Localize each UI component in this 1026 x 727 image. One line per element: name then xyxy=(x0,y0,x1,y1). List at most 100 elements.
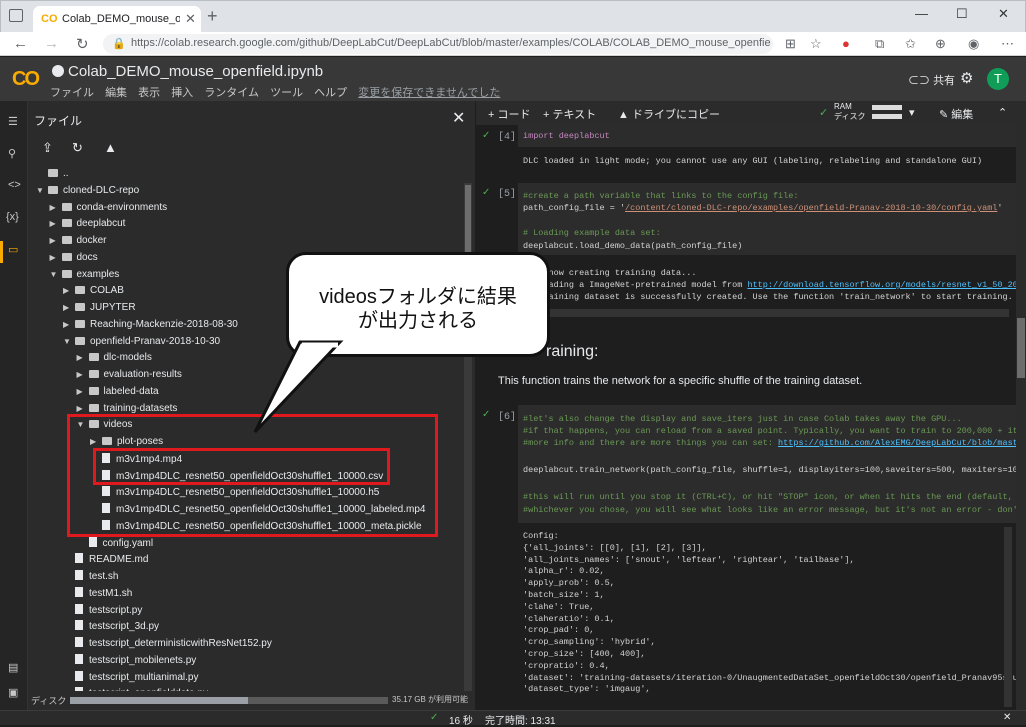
more-icon[interactable]: ⋯ xyxy=(1001,36,1014,52)
menu-file[interactable]: ファイル xyxy=(50,87,94,99)
menu-insert[interactable]: 挿入 xyxy=(171,87,193,99)
expand-arrow-icon[interactable]: ▶ xyxy=(63,320,75,329)
folder-row[interactable]: ▶ Reaching-Mackenzie-2018-08-30 xyxy=(63,319,238,336)
collapse-arrow-icon[interactable]: ▼ xyxy=(50,270,62,279)
window-close-icon[interactable]: ✕ xyxy=(998,6,1009,22)
expand-arrow-icon[interactable]: ▶ xyxy=(77,353,89,362)
favorite-icon[interactable]: ☆ xyxy=(810,36,822,52)
folder-row[interactable]: ▶ COLAB xyxy=(63,285,124,302)
back-icon[interactable]: ← xyxy=(13,35,28,52)
expand-arrow-icon[interactable]: ▶ xyxy=(77,370,89,379)
extension-icon[interactable]: ● xyxy=(842,36,850,51)
file-row[interactable]: README.md xyxy=(63,553,148,570)
browser-tab[interactable]: CO Colab_DEMO_mouse_openfield.i ✕ xyxy=(33,6,201,33)
output-hscrollbar[interactable] xyxy=(523,309,1009,317)
file-row[interactable]: testM1.sh xyxy=(63,586,132,604)
maximize-icon[interactable]: ☐ xyxy=(956,6,968,22)
folder-row[interactable]: ▶ docs xyxy=(50,252,98,269)
folder-row[interactable]: ▶ dlc-models xyxy=(77,352,152,369)
folder-row[interactable]: ▼ examples xyxy=(50,269,120,286)
file-row[interactable]: config.yaml xyxy=(77,536,153,554)
folder-row[interactable]: ▶ conda-environments xyxy=(50,202,168,219)
collapse-arrow-icon[interactable]: ▼ xyxy=(36,186,48,195)
folder-row[interactable]: ▶ labeled-data xyxy=(77,386,159,403)
menu-view[interactable]: 表示 xyxy=(138,87,160,99)
collapse-arrow-icon[interactable]: ▼ xyxy=(63,337,75,346)
expand-arrow-icon[interactable]: ▶ xyxy=(50,219,62,228)
expand-arrow-icon[interactable]: ▶ xyxy=(50,203,62,212)
add-code-button[interactable]: + コード xyxy=(488,106,530,122)
favorites-bar-icon[interactable]: ✩ xyxy=(905,36,916,52)
share-button[interactable]: ⊂⊃ 共有 xyxy=(908,72,955,88)
close-panel-icon[interactable]: ✕ xyxy=(452,108,465,128)
save-warning-link[interactable]: 変更を保存できませんでした xyxy=(358,87,500,99)
notebook-scroll-thumb[interactable] xyxy=(1017,318,1025,378)
folder-row[interactable]: ▶ docker xyxy=(50,235,107,252)
folder-name: dlc-models xyxy=(103,352,152,364)
collections-icon[interactable]: ⊕ xyxy=(935,36,946,52)
folder-row[interactable]: ▼ cloned-DLC-repo xyxy=(36,185,139,202)
notebook-title[interactable]: Colab_DEMO_mouse_openfield.ipynb xyxy=(52,63,323,80)
toc-icon[interactable]: ☰ xyxy=(8,115,18,128)
tab-close-icon[interactable]: ✕ xyxy=(185,11,196,27)
expand-arrow-icon[interactable]: ▶ xyxy=(77,387,89,396)
status-bar: ✓ 16 秒 完了時間: 13:31 ✕ xyxy=(0,710,1026,727)
file-row[interactable]: testscript_multianimal.py xyxy=(63,670,198,688)
mount-drive-icon[interactable]: ▲ xyxy=(104,140,117,155)
extensions-icon[interactable]: ⧉ xyxy=(875,36,884,52)
expand-arrow-icon[interactable]: ▶ xyxy=(63,286,75,295)
expand-arrow-icon[interactable]: ▶ xyxy=(63,303,75,312)
terminal-icon[interactable]: ▣ xyxy=(8,686,18,699)
notebook-title-text: Colab_DEMO_mouse_openfield.ipynb xyxy=(68,63,324,80)
expand-arrow-icon[interactable]: ▶ xyxy=(77,404,89,413)
output-vscrollbar[interactable] xyxy=(1004,527,1012,707)
variables-icon[interactable]: {x} xyxy=(6,211,19,223)
folder-row[interactable]: ▶ deeplabcut xyxy=(50,218,126,235)
menu-help[interactable]: ヘルプ xyxy=(314,87,347,99)
expand-arrow-icon[interactable]: ▶ xyxy=(50,253,62,262)
profile-icon[interactable]: ◉ xyxy=(968,36,979,52)
file-row[interactable]: testscript_mobilenets.py xyxy=(63,653,196,671)
file-name: README.md xyxy=(89,554,149,566)
reload-icon[interactable]: ↻ xyxy=(76,35,89,53)
refresh-folder-icon[interactable]: ↻ xyxy=(72,140,83,156)
folder-row[interactable]: .. xyxy=(36,168,69,185)
tab-actions-icon[interactable] xyxy=(9,9,23,22)
read-aloud-icon[interactable]: ⊞ xyxy=(785,36,796,52)
settings-gear-icon[interactable]: ⚙ xyxy=(960,69,973,87)
file-row[interactable]: testscript.py xyxy=(63,603,142,621)
resources-dropdown-icon[interactable]: ▾ xyxy=(909,106,915,119)
search-icon[interactable]: ⚲ xyxy=(8,147,16,160)
browser-tab-bar: CO Colab_DEMO_mouse_openfield.i ✕ + — ☐ … xyxy=(0,0,1026,33)
file-row[interactable]: testscript_deterministicwithResNet152.py xyxy=(63,637,272,654)
add-text-button[interactable]: + テキスト xyxy=(543,106,596,122)
menu-edit[interactable]: 編集 xyxy=(105,87,127,99)
file-row[interactable]: testscript_3d.py xyxy=(63,620,159,637)
code-snippets-icon[interactable]: <> xyxy=(8,179,21,191)
expand-arrow-icon[interactable]: ▶ xyxy=(50,236,62,245)
cell-output: ...training dataset is successfully crea… xyxy=(523,292,1016,302)
colab-logo[interactable]: CO xyxy=(12,68,40,91)
code-line: deeplabcut.load_demo_data(path_config_fi… xyxy=(523,241,743,251)
upload-file-icon[interactable]: ⇪ xyxy=(42,140,53,156)
file-row[interactable]: test.sh xyxy=(63,570,118,587)
edit-button[interactable]: ✎ 編集 xyxy=(939,106,973,122)
folder-row[interactable]: ▶ JUPYTER xyxy=(63,302,136,319)
minimize-icon[interactable]: — xyxy=(915,6,928,21)
folder-row[interactable]: ▼ openfield-Pranav-2018-10-30 xyxy=(63,336,220,353)
collapse-header-icon[interactable]: ⌃ xyxy=(998,106,1007,119)
menu-runtime[interactable]: ランタイム xyxy=(204,87,259,99)
resource-monitor[interactable]: RAM ディスク xyxy=(834,102,865,122)
menu-tools[interactable]: ツール xyxy=(270,87,303,99)
command-palette-icon[interactable]: ▤ xyxy=(8,661,18,674)
notebook-scrollbar[interactable] xyxy=(1016,125,1026,710)
files-folder-icon[interactable]: ▭ xyxy=(8,243,18,256)
status-close-icon[interactable]: ✕ xyxy=(1003,712,1011,723)
file-icon xyxy=(75,620,83,631)
copy-to-drive-button[interactable]: ▲ ドライブにコピー xyxy=(618,106,720,122)
url-field[interactable]: 🔒 https://colab.research.google.com/gith… xyxy=(103,34,773,54)
avatar[interactable]: T xyxy=(987,68,1009,90)
forward-icon[interactable]: → xyxy=(44,35,59,52)
folder-row[interactable]: ▶ evaluation-results xyxy=(77,369,182,386)
new-tab-icon[interactable]: + xyxy=(207,6,218,27)
